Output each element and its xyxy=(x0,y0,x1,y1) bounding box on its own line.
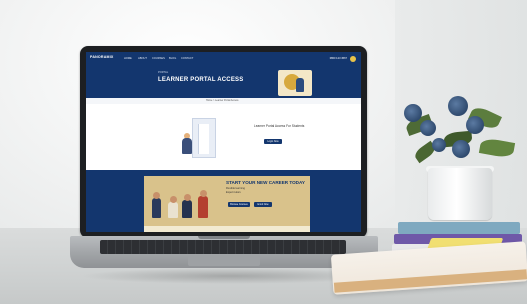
illustration-head-4 xyxy=(200,190,207,197)
breadcrumb[interactable]: Home > Learner Portal Access xyxy=(206,99,239,102)
login-button[interactable]: Login Now xyxy=(264,139,282,144)
hero-kicker: PORTAL xyxy=(158,71,169,74)
nav-item-blog[interactable]: BLOG xyxy=(169,57,176,60)
illustration-person-1 xyxy=(152,198,161,218)
hero-banner: PORTAL LEARNER PORTAL ACCESS xyxy=(86,66,361,98)
portal-description: Learner Portal Access For Students xyxy=(254,124,305,128)
person-figure xyxy=(182,138,192,154)
user-avatar[interactable] xyxy=(350,56,356,62)
career-list: Flexible learning Expert tutors xyxy=(226,187,306,194)
nav-item-contact[interactable]: CONTACT xyxy=(181,57,193,60)
career-list-item: Expert tutors xyxy=(226,190,241,194)
illustration-person-3 xyxy=(182,200,192,218)
hero-illustration xyxy=(278,70,312,96)
nav-item-courses[interactable]: COURSES xyxy=(152,57,165,60)
flower xyxy=(466,116,484,134)
flower xyxy=(404,104,422,122)
site-navbar: PANORAMIX HOME ABOUT COURSES BLOG CONTAC… xyxy=(86,52,361,66)
illustration-person-4 xyxy=(198,196,208,218)
illustration-person-2 xyxy=(168,202,178,218)
site-logo[interactable]: PANORAMIX xyxy=(90,55,114,59)
laptop-hinge xyxy=(198,236,250,239)
illustration-head-1 xyxy=(153,192,160,199)
nav-phone[interactable]: 0800 123 4567 xyxy=(330,57,347,60)
illustration-head-3 xyxy=(184,194,191,201)
nav-item-home[interactable]: HOME xyxy=(124,57,132,60)
illustration-head-2 xyxy=(170,196,177,203)
career-illustration xyxy=(148,182,216,222)
nav-item-about[interactable]: ABOUT xyxy=(138,57,147,60)
hero-title: LEARNER PORTAL ACCESS xyxy=(158,77,244,83)
flower xyxy=(420,120,436,136)
hero-illustration-figure xyxy=(296,78,304,92)
portal-illustration xyxy=(178,116,238,160)
career-footer-strip xyxy=(144,226,310,232)
book-top xyxy=(398,222,520,234)
career-title: START YOUR NEW CAREER TODAY xyxy=(226,180,305,185)
laptop-screen: PANORAMIX HOME ABOUT COURSES BLOG CONTAC… xyxy=(86,52,361,232)
laptop-keyboard xyxy=(100,240,346,254)
flower xyxy=(432,138,446,152)
flower xyxy=(448,96,468,116)
enrol-now-button[interactable]: Enrol Now xyxy=(254,202,272,207)
flower xyxy=(452,140,470,158)
flower-pot xyxy=(428,168,492,220)
browse-courses-button[interactable]: Browse Courses xyxy=(228,202,250,207)
door-panel xyxy=(198,124,209,154)
laptop-trackpad xyxy=(188,256,260,266)
